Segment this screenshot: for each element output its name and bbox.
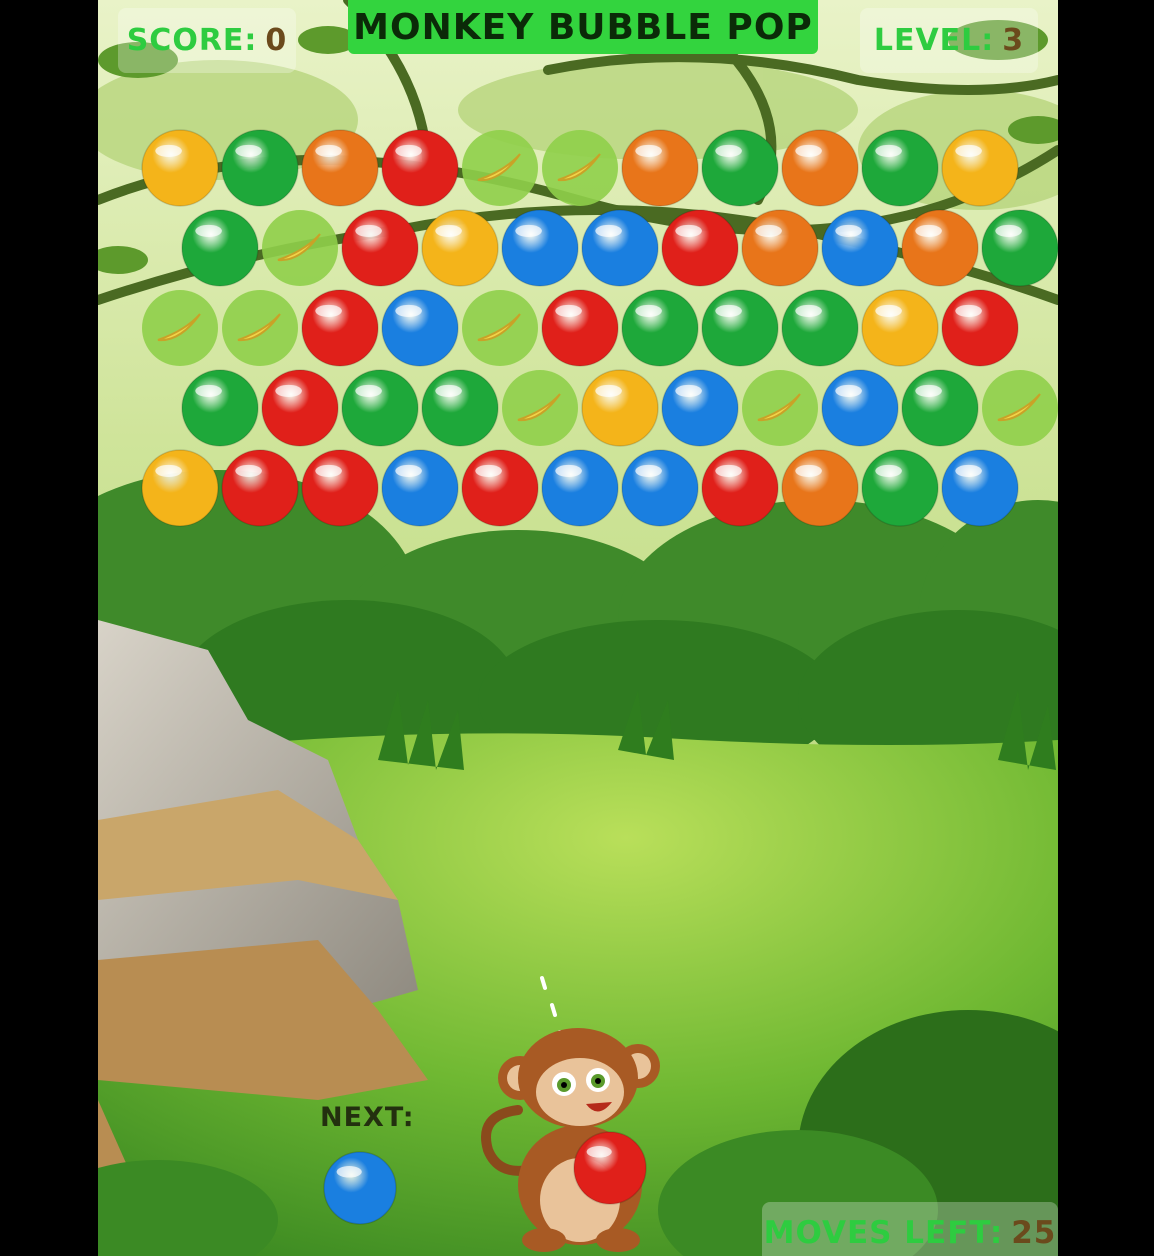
bubble-yellow	[861, 289, 939, 367]
bubble-green	[861, 129, 939, 207]
bubble-banana	[462, 130, 538, 206]
bubble-banana	[262, 210, 338, 286]
bubble-banana	[462, 290, 538, 366]
bubble-green	[981, 209, 1058, 287]
score-value: 0	[265, 22, 288, 58]
bubble-red	[341, 209, 419, 287]
level-value: 3	[1002, 22, 1025, 58]
moves-label: MOVES LEFT:	[763, 1214, 1004, 1251]
score-panel: SCORE: 0	[118, 8, 296, 73]
bubble-banana	[982, 370, 1058, 446]
bubble-red	[941, 289, 1019, 367]
bubble-yellow	[141, 449, 219, 527]
bubble-green	[181, 209, 259, 287]
next-bubble	[323, 1151, 397, 1225]
bubble-green	[341, 369, 419, 447]
bubble-green	[221, 129, 299, 207]
bubble-yellow	[581, 369, 659, 447]
bubble-green	[781, 289, 859, 367]
bubble-blue	[381, 289, 459, 367]
bubble-blue	[661, 369, 739, 447]
level-label: LEVEL:	[873, 22, 995, 58]
bubble-green	[421, 369, 499, 447]
bubble-red	[461, 449, 539, 527]
bubble-yellow	[421, 209, 499, 287]
bubble-red	[661, 209, 739, 287]
moves-panel: MOVES LEFT: 25	[762, 1202, 1058, 1256]
bubble-green	[861, 449, 939, 527]
bubble-green	[181, 369, 259, 447]
bubble-red	[221, 449, 299, 527]
score-label: SCORE:	[126, 22, 258, 58]
bubble-orange	[621, 129, 699, 207]
bubble-banana	[542, 130, 618, 206]
bubble-orange	[741, 209, 819, 287]
level-panel: LEVEL: 3	[860, 8, 1038, 73]
bubble-grid	[141, 129, 1058, 527]
moves-value: 25	[1011, 1214, 1057, 1251]
bubble-orange	[781, 129, 859, 207]
bubble-blue	[581, 209, 659, 287]
bubble-green	[901, 369, 979, 447]
game-stage[interactable]: MONKEY BUBBLE POP SCORE: 0 LEVEL: 3 MOVE…	[98, 0, 1058, 1256]
bubble-red	[541, 289, 619, 367]
bubble-orange	[301, 129, 379, 207]
next-label: NEXT:	[320, 1102, 415, 1133]
bubble-blue	[501, 209, 579, 287]
bubble-blue	[381, 449, 459, 527]
bubble-yellow	[141, 129, 219, 207]
bubble-yellow	[941, 129, 1019, 207]
bubble-blue	[821, 369, 899, 447]
bubble-red	[261, 369, 339, 447]
bubble-red	[301, 449, 379, 527]
bubble-green	[701, 289, 779, 367]
bubble-blue	[541, 449, 619, 527]
bubble-banana	[742, 370, 818, 446]
bubble-banana	[502, 370, 578, 446]
bubble-green	[701, 129, 779, 207]
bubble-green	[621, 289, 699, 367]
bubble-red	[701, 449, 779, 527]
bubble-red	[301, 289, 379, 367]
jungle-background	[98, 0, 1058, 1256]
bubble-blue	[621, 449, 699, 527]
bubble-orange	[901, 209, 979, 287]
game-title: MONKEY BUBBLE POP	[348, 0, 818, 54]
bubble-red	[381, 129, 459, 207]
bubble-banana	[222, 290, 298, 366]
bubble-orange	[781, 449, 859, 527]
bubble-blue	[941, 449, 1019, 527]
current-bubble	[573, 1131, 647, 1205]
bubble-blue	[821, 209, 899, 287]
bubble-banana	[142, 290, 218, 366]
